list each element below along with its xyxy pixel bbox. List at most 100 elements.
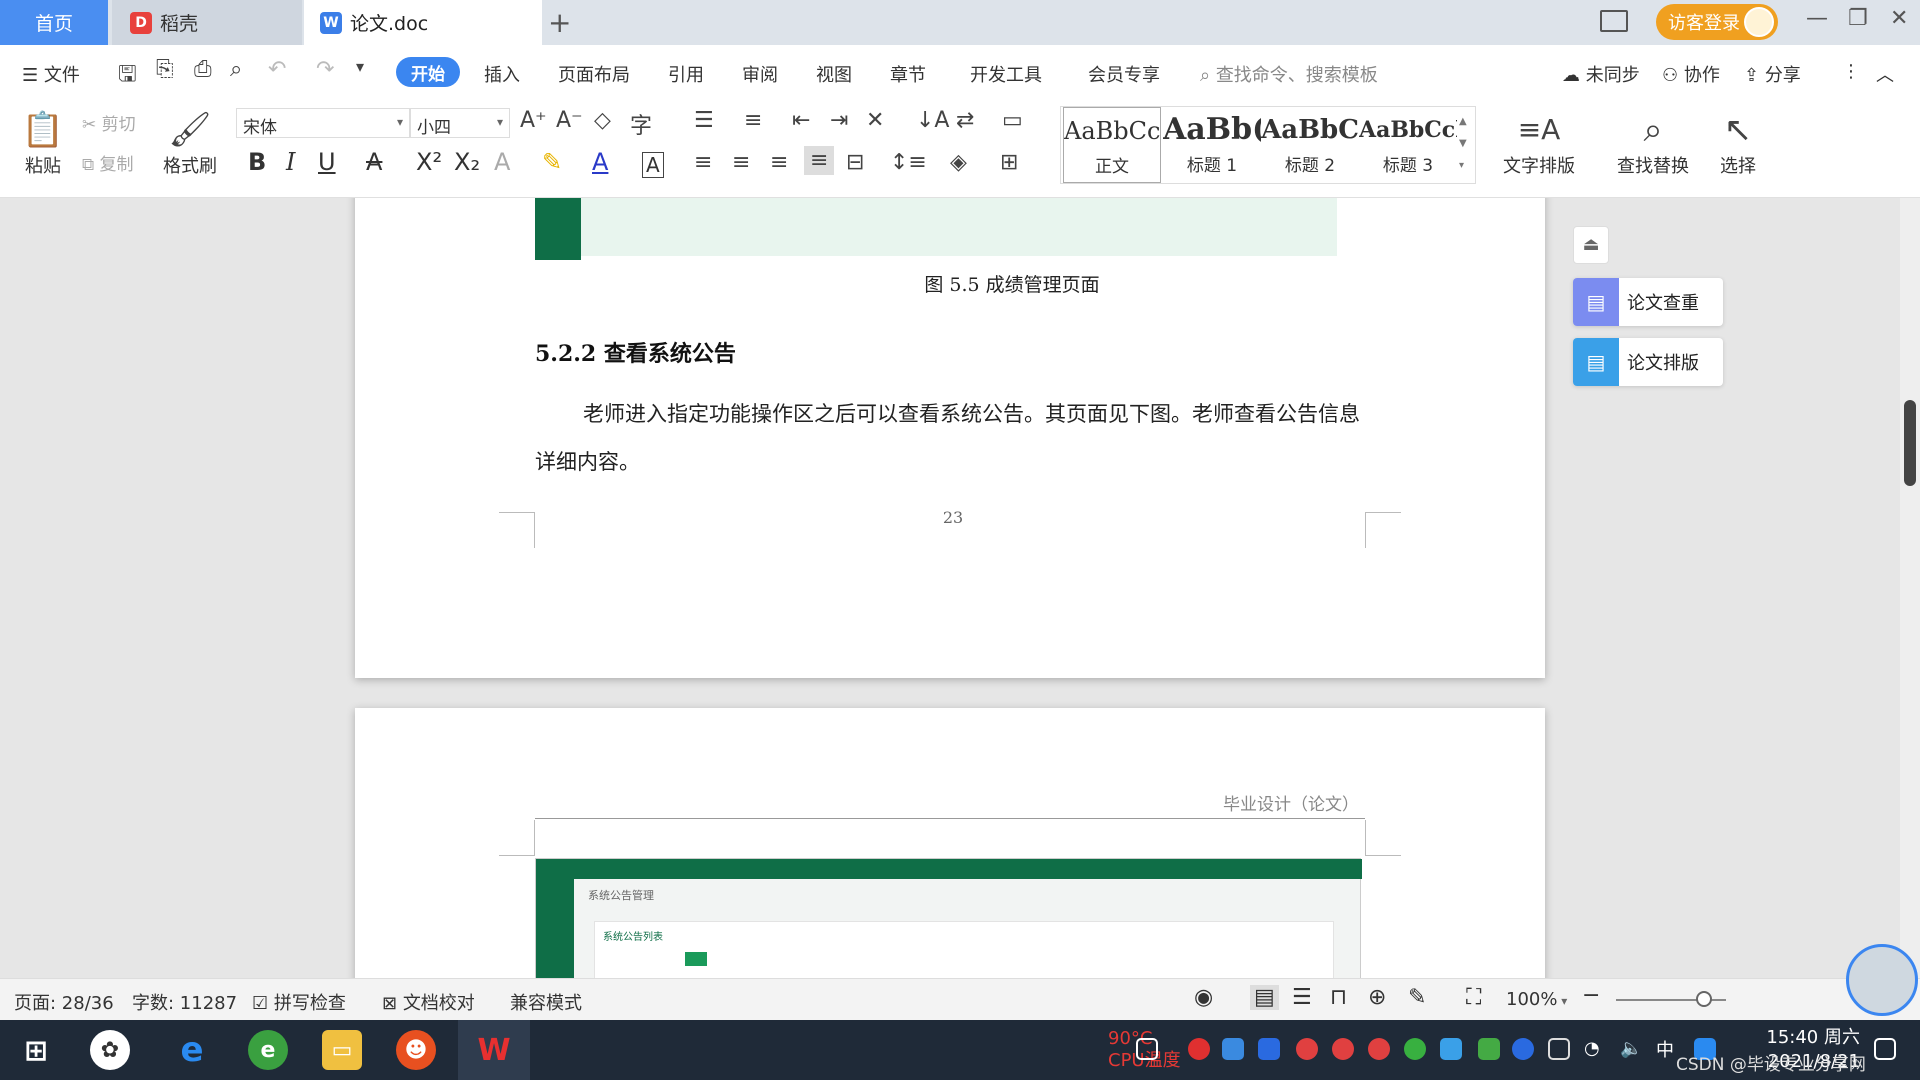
- news-tray-icon[interactable]: [1136, 1038, 1158, 1060]
- browser-green-icon[interactable]: e: [248, 1030, 288, 1070]
- copy-button[interactable]: ⧉ 复制: [82, 150, 134, 175]
- menu-section[interactable]: 章节: [890, 61, 926, 87]
- output-icon[interactable]: ⎘: [156, 57, 174, 82]
- shading-icon[interactable]: ◈: [950, 150, 967, 175]
- menu-file[interactable]: ☰ 文件: [22, 61, 80, 87]
- align-right-icon[interactable]: ≡: [770, 150, 788, 175]
- zoom-out-icon[interactable]: −: [1582, 983, 1600, 1008]
- restore-icon[interactable]: ❐: [1848, 6, 1868, 31]
- spell-check-button[interactable]: ☑ 拼写检查: [252, 989, 346, 1015]
- save-icon[interactable]: 🖫: [118, 57, 137, 95]
- share-button[interactable]: ⇪ 分享: [1744, 61, 1801, 87]
- page-view-icon[interactable]: ▤: [1250, 985, 1279, 1010]
- panel-collapse-icon[interactable]: ⏏: [1573, 226, 1609, 264]
- redo-icon[interactable]: ↷: [316, 57, 334, 82]
- sync-status[interactable]: ☁ 未同步: [1562, 61, 1640, 87]
- tab-document[interactable]: W 论文.doc: [304, 0, 542, 45]
- wps-taskbar-icon[interactable]: W: [458, 1020, 530, 1080]
- menu-start[interactable]: 开始: [396, 57, 460, 87]
- align-left-icon[interactable]: ≡: [694, 150, 712, 175]
- page-indicator[interactable]: 页面: 28/36: [14, 989, 114, 1015]
- text-layout-button[interactable]: ≡A 文字排版: [1494, 108, 1584, 178]
- document-page[interactable]: 图 5.5 成绩管理页面 5.2.2 查看系统公告 老师进入指定功能操作区之后可…: [355, 198, 1545, 678]
- collab-button[interactable]: ⚇ 协作: [1662, 61, 1720, 87]
- paper-check-button[interactable]: ▤ 论文查重: [1573, 278, 1723, 326]
- tab-docer[interactable]: D 稻壳: [112, 0, 302, 45]
- undo-icon[interactable]: ↶: [268, 57, 286, 82]
- menu-reference[interactable]: 引用: [668, 61, 704, 87]
- pinwheel-app-icon[interactable]: ✿: [90, 1030, 130, 1070]
- grow-font-icon[interactable]: A⁺: [520, 108, 547, 133]
- outline-view-icon[interactable]: ☰: [1292, 985, 1312, 1010]
- menu-member[interactable]: 会员专享: [1088, 61, 1160, 87]
- notification-icon[interactable]: [1874, 1038, 1896, 1060]
- text-direction-icon[interactable]: ✕: [866, 108, 884, 133]
- document-page[interactable]: 毕业设计（论文） 系统公告管理 系统公告列表: [355, 708, 1545, 978]
- cut-button[interactable]: ✂ 剪切: [82, 110, 136, 135]
- qq-icon[interactable]: [1332, 1038, 1354, 1060]
- bold-icon[interactable]: B: [248, 148, 266, 176]
- tray-app-icon[interactable]: [1222, 1038, 1244, 1060]
- paragraph-mark-icon[interactable]: ⇄: [956, 108, 974, 133]
- style-heading-1[interactable]: AaBb( 标题 1: [1163, 107, 1261, 183]
- font-color-icon[interactable]: A: [592, 148, 608, 176]
- paper-format-button[interactable]: ▤ 论文排版: [1573, 338, 1723, 386]
- wifi-icon[interactable]: ◔: [1584, 1038, 1606, 1060]
- write-view-icon[interactable]: ✎: [1408, 985, 1426, 1010]
- minimize-icon[interactable]: —: [1806, 6, 1828, 31]
- style-normal[interactable]: AaBbCcI 正文: [1063, 107, 1161, 183]
- tab-home[interactable]: 首页: [0, 0, 108, 45]
- superscript-icon[interactable]: X²: [416, 148, 442, 176]
- battery-icon[interactable]: [1548, 1038, 1570, 1060]
- style-heading-2[interactable]: AaBbC 标题 2: [1261, 107, 1359, 183]
- ime-indicator[interactable]: 中: [1656, 1036, 1674, 1062]
- char-border-icon[interactable]: A: [642, 152, 664, 178]
- text-effect-icon[interactable]: A: [494, 148, 510, 176]
- clear-format-icon[interactable]: ◇: [594, 108, 611, 133]
- increase-indent-icon[interactable]: ⇥: [830, 108, 848, 133]
- bluetooth-icon[interactable]: [1512, 1038, 1534, 1060]
- line-spacing-icon[interactable]: ↕≡: [890, 150, 927, 175]
- web-view-icon[interactable]: ⊕: [1368, 985, 1386, 1010]
- style-scroll-icon[interactable]: ▲ ▼ ▾: [1459, 111, 1467, 177]
- sort-icon[interactable]: ↓A: [916, 108, 949, 133]
- more-icon[interactable]: ⋮: [1842, 61, 1860, 82]
- style-heading-3[interactable]: AaBbCcl 标题 3: [1359, 107, 1457, 183]
- menu-view[interactable]: 视图: [816, 61, 852, 87]
- justify-icon[interactable]: ≡: [804, 146, 835, 175]
- zoom-slider-knob[interactable]: [1696, 991, 1712, 1007]
- menu-page-layout[interactable]: 页面布局: [558, 61, 630, 87]
- close-icon[interactable]: ✕: [1890, 6, 1908, 31]
- reading-view-icon[interactable]: ⊓: [1330, 985, 1347, 1010]
- fit-page-icon[interactable]: ⛶: [1466, 985, 1481, 1010]
- windows-start-icon[interactable]: ⊞: [16, 1030, 56, 1070]
- shrink-font-icon[interactable]: A⁻: [556, 108, 583, 133]
- assistant-avatar-icon[interactable]: [1846, 944, 1918, 1016]
- numbered-list-icon[interactable]: ≡: [744, 108, 762, 133]
- file-explorer-icon[interactable]: ▭: [322, 1030, 362, 1070]
- new-tab-button[interactable]: +: [548, 6, 571, 39]
- find-replace-button[interactable]: ⌕ 查找替换: [1608, 108, 1698, 178]
- phonetic-icon[interactable]: 字: [630, 108, 652, 140]
- distribute-icon[interactable]: ⊟: [846, 150, 864, 175]
- menu-review[interactable]: 审阅: [742, 61, 778, 87]
- underline-icon[interactable]: U: [318, 148, 336, 176]
- eye-protect-icon[interactable]: ◉: [1194, 985, 1213, 1010]
- print-preview-icon[interactable]: ⌕: [230, 57, 242, 82]
- shield-icon[interactable]: [1258, 1038, 1280, 1060]
- decrease-indent-icon[interactable]: ⇤: [792, 108, 810, 133]
- collapse-ribbon-icon[interactable]: ︿: [1876, 61, 1894, 87]
- zoom-select[interactable]: 100% ▾: [1506, 989, 1567, 1010]
- bullet-list-icon[interactable]: ☰: [694, 108, 714, 133]
- menu-devtools[interactable]: 开发工具: [970, 61, 1042, 87]
- select-button[interactable]: ↖ 选择: [1710, 108, 1766, 178]
- align-center-icon[interactable]: ≡: [732, 150, 750, 175]
- scrollbar-thumb[interactable]: [1904, 400, 1916, 486]
- strikethrough-icon[interactable]: A: [366, 148, 382, 176]
- layout-icon[interactable]: [1600, 10, 1628, 32]
- plus-tray-icon[interactable]: [1404, 1038, 1426, 1060]
- nvidia-icon[interactable]: [1478, 1038, 1500, 1060]
- qq-icon[interactable]: [1296, 1038, 1318, 1060]
- paste-button[interactable]: 📋 粘贴: [18, 108, 68, 178]
- font-size-select[interactable]: 小四 ▾: [410, 108, 510, 138]
